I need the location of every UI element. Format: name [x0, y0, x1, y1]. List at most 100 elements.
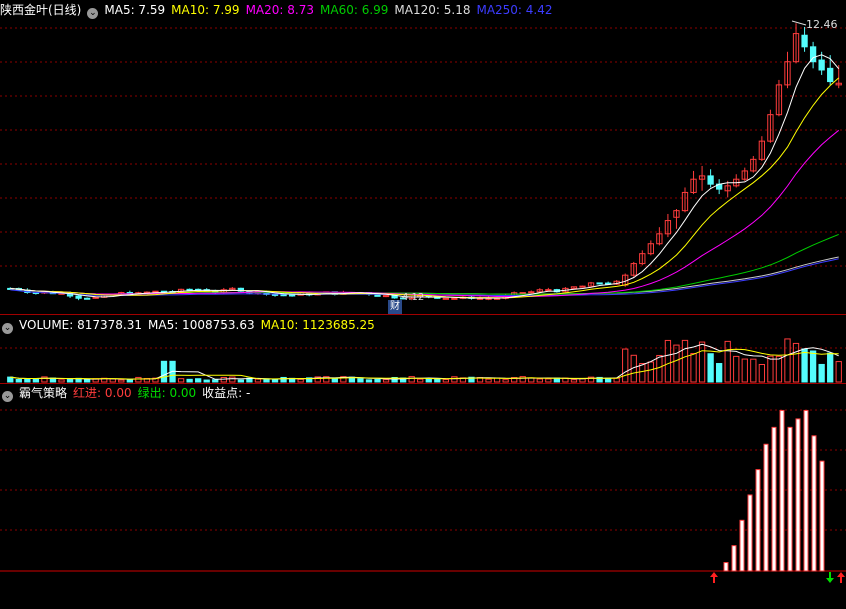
volume-bar	[357, 378, 364, 383]
volume-bar	[750, 358, 757, 383]
indicator-bar	[811, 435, 817, 572]
volume-bar	[203, 379, 210, 383]
indicator-bar	[739, 519, 745, 572]
volume-bar	[792, 342, 800, 383]
volume-bar	[229, 376, 236, 383]
volume-bar	[733, 355, 740, 383]
candle-body	[519, 292, 526, 295]
volume-bar	[160, 360, 168, 383]
candle-body	[451, 297, 458, 300]
candle-body	[280, 294, 287, 297]
volume-bar	[195, 378, 202, 383]
volume-bar	[724, 340, 731, 383]
ma250-label: MA250: 4.42	[476, 3, 553, 17]
high-price-label: 12.46	[806, 18, 838, 31]
volume-bar	[126, 379, 133, 383]
panel-divider	[0, 383, 846, 384]
volume-ma10-label: MA10: 1123685.25	[260, 318, 375, 332]
ma20-label: MA20: 8.73	[245, 3, 314, 17]
candle-body	[818, 59, 825, 71]
indicator-bar	[763, 443, 769, 572]
volume-bar	[502, 379, 509, 383]
indicator-bar	[803, 409, 809, 572]
volume-bar	[485, 378, 492, 383]
indicator-bar	[779, 409, 785, 572]
chart-canvas	[0, 20, 846, 583]
volume-bar	[639, 362, 646, 383]
candle-body	[382, 295, 390, 298]
sell-arrow-icon	[826, 572, 834, 583]
indicator-bar	[747, 494, 753, 572]
green-out-label: 绿出: 0.00	[137, 386, 197, 400]
volume-bar	[297, 378, 304, 383]
volume-bar	[818, 363, 825, 383]
volume-header: ⌄ VOLUME: 817378.31 MA5: 1008753.63 MA10: 1…	[0, 317, 381, 334]
volume-bar	[673, 344, 680, 383]
finance-badge[interactable]: 财	[388, 300, 402, 314]
high-price-pointer	[791, 20, 807, 26]
volume-bar	[58, 379, 65, 383]
volume-bar	[801, 348, 808, 383]
volume-bar	[365, 379, 373, 383]
indicator-bar	[787, 426, 793, 572]
indicator-bar	[795, 418, 801, 572]
candle-body	[801, 34, 808, 48]
volume-bar	[664, 339, 672, 383]
volume-bar	[716, 363, 723, 383]
profit-point-label: 收益点: -	[202, 386, 251, 400]
ma120-label: MA120: 5.18	[394, 3, 471, 17]
volume-bar	[24, 378, 31, 383]
volume-bar	[579, 378, 586, 383]
volume-bar	[177, 378, 185, 383]
ma5-line	[10, 54, 840, 299]
indicator-name[interactable]: 霸气策略	[19, 386, 67, 400]
volume-bar	[186, 378, 193, 383]
ma5-label: MA5: 7.59	[104, 3, 166, 17]
volume-bar	[809, 350, 817, 383]
candle-body	[442, 297, 449, 300]
ma20-line	[10, 129, 840, 298]
stock-title[interactable]: 陕西金叶(日线)	[0, 3, 81, 17]
volume-bar	[417, 378, 424, 383]
volume-bar	[408, 376, 415, 383]
candlestick-panel	[7, 20, 842, 301]
settings-circle-icon[interactable]: ⌄	[87, 8, 99, 19]
volume-bar	[434, 378, 441, 383]
volume-bar	[656, 354, 663, 383]
volume-bar	[425, 378, 432, 383]
panel-divider	[0, 314, 846, 315]
settings-circle-icon[interactable]: ⌄	[2, 391, 13, 402]
ma10-label: MA10: 7.99	[171, 3, 240, 17]
volume-bar	[775, 355, 783, 383]
ma120-line	[10, 256, 839, 295]
indicator-bar	[771, 426, 777, 572]
volume-bar	[118, 379, 125, 383]
red-in-label: 红进: 0.00	[73, 386, 132, 400]
volume-bar	[741, 358, 748, 383]
volume-bar	[109, 378, 116, 383]
volume-bar	[41, 376, 48, 383]
candle-body	[75, 295, 82, 299]
indicator-bar	[755, 469, 761, 572]
volume-bar	[237, 379, 245, 383]
volume-bar	[220, 376, 227, 383]
volume-bar	[212, 379, 219, 383]
volume-bar	[135, 376, 142, 383]
grid-lines	[0, 27, 846, 531]
candle-body	[827, 67, 834, 83]
volume-bar	[784, 338, 791, 383]
settings-circle-icon[interactable]: ⌄	[2, 323, 13, 334]
indicator-header: ⌄ 霸气策略 红进: 0.00 绿出: 0.00 收益点: -	[0, 385, 256, 402]
volume-label: VOLUME: 817378.31	[19, 318, 142, 332]
volume-bar	[707, 353, 714, 383]
indicator-bar	[731, 545, 737, 572]
volume-bar	[32, 378, 40, 383]
volume-bar	[254, 378, 262, 383]
volume-bar	[519, 376, 526, 383]
volume-bar	[374, 378, 381, 383]
volume-bar	[835, 361, 842, 383]
volume-bar	[681, 339, 689, 383]
indicator-panel	[0, 409, 846, 583]
ma60-line	[10, 233, 839, 295]
volume-ma5-label: MA5: 1008753.63	[148, 318, 255, 332]
